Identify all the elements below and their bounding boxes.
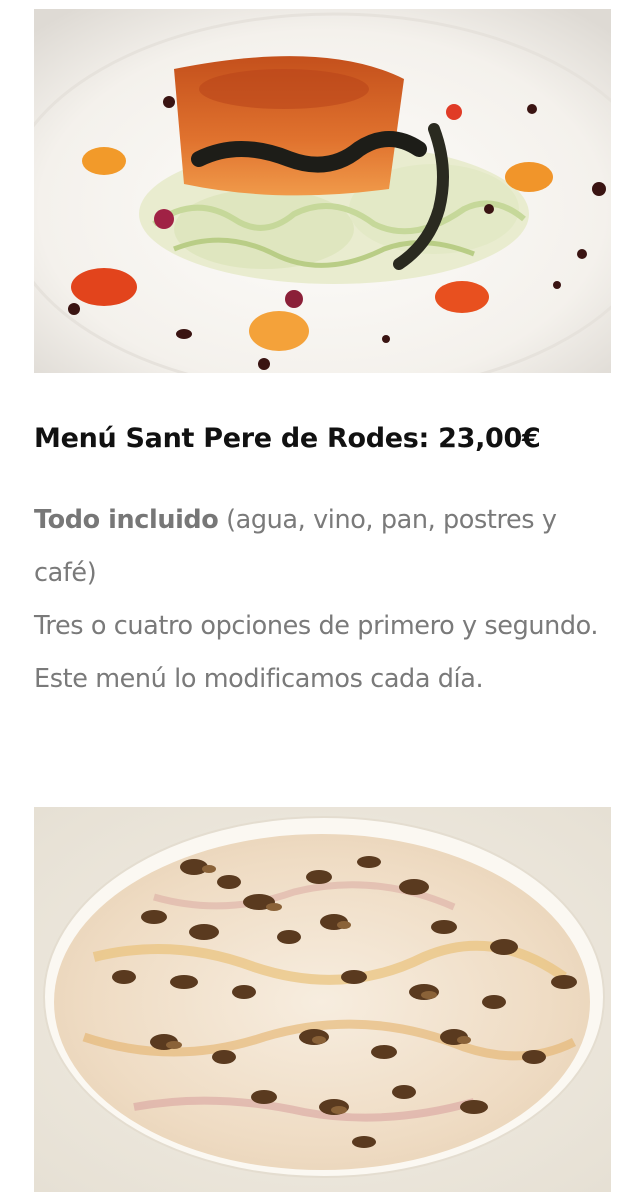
menu-title: Menú Sant Pere de Rodes: 23,00€ [34,423,541,454]
food-photo-icon [34,9,611,373]
menu-included-bold: Todo incluido [34,505,219,535]
menu-options-line: Tres o cuatro opciones de primero y segu… [34,611,599,641]
menu-daily-line: Este menú lo modificamos cada día. [34,664,484,694]
menu-description: Todo incluido (agua, vino, pan, postres … [34,494,614,706]
menu-included-line: Todo incluido (agua, vino, pan, postres … [34,494,614,600]
dish-photo-top [34,9,611,373]
dish-photo-bottom [34,807,611,1192]
food-photo-icon [34,807,611,1192]
